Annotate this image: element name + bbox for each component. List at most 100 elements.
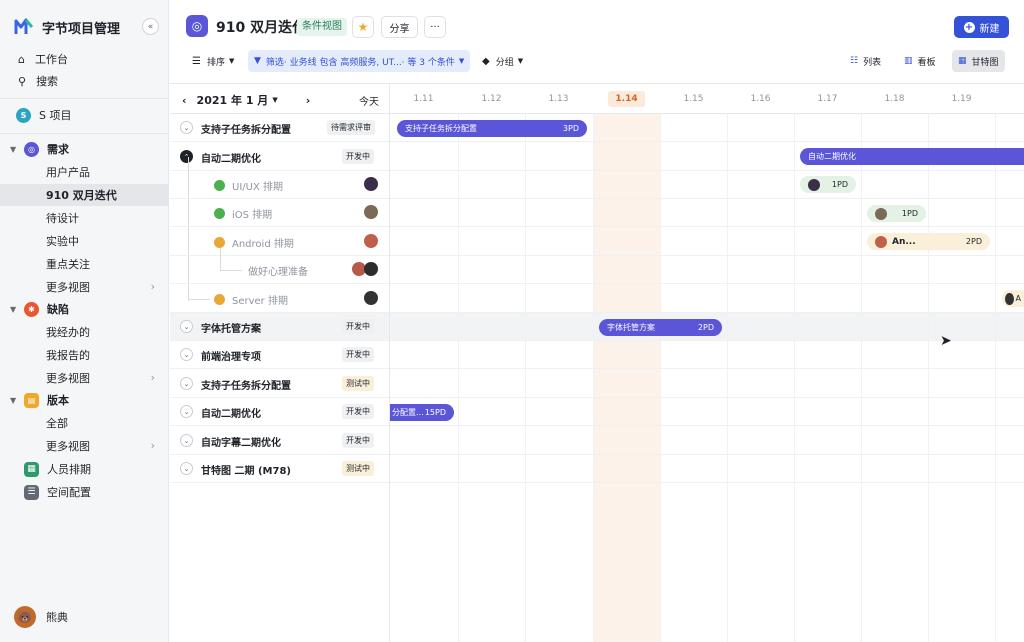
- date-column: 1.16: [750, 94, 771, 104]
- sidebar-section-defect[interactable]: ▼ ✱ 缺陷: [0, 298, 169, 320]
- grid-line: [458, 114, 459, 642]
- chevron-down-icon[interactable]: ⌄: [180, 405, 193, 418]
- table-row[interactable]: ⌄ 前端治理专项 开发中: [170, 341, 1024, 369]
- sidebar-item-people-schedule[interactable]: ▦ 人员排期: [0, 458, 169, 480]
- status-dot-icon: [214, 208, 225, 219]
- view-board-button[interactable]: ▥ 看板: [898, 50, 942, 72]
- plus-icon: +: [963, 21, 975, 33]
- avatar: [875, 207, 887, 220]
- avatar[interactable]: [364, 177, 378, 191]
- status-badge: 开发中: [342, 347, 374, 362]
- collapse-sidebar-button[interactable]: «: [142, 18, 159, 35]
- gantt-bar[interactable]: A: [1002, 290, 1024, 307]
- date-column: 1.18: [884, 94, 905, 104]
- month-selector[interactable]: 2021 年 1 月: [197, 92, 269, 108]
- user-name: 熊典: [46, 611, 68, 624]
- avatar[interactable]: [364, 291, 378, 305]
- chevron-down-icon[interactable]: ⌄: [180, 377, 193, 390]
- grid-line: [794, 114, 795, 642]
- sidebar-item-reported-by-me[interactable]: 我报告的: [0, 344, 169, 366]
- sidebar-item-workbench[interactable]: ⌂ 工作台: [0, 48, 169, 70]
- today-button[interactable]: 今天: [359, 93, 379, 108]
- table-row[interactable]: ⌄ 支持子任务拆分配置 测试中: [170, 370, 1024, 398]
- sidebar-item-project[interactable]: S S 项目: [0, 104, 169, 126]
- sidebar-item-user-product[interactable]: 用户产品: [0, 161, 169, 183]
- grid-line: [525, 114, 526, 642]
- table-row[interactable]: 做好心理准备: [170, 256, 1024, 284]
- table-row[interactable]: ⌄ 自动字幕二期优化 开发中: [170, 427, 1024, 455]
- sidebar-item-more-views[interactable]: 更多视图 ›: [0, 367, 169, 389]
- filter-button[interactable]: ▼ 筛选· 业务线 包含 高频服务, UT...· 等 3 个条件 ▼: [248, 50, 470, 72]
- chevron-up-icon[interactable]: ⌃: [180, 150, 193, 163]
- grid-line: [660, 114, 661, 642]
- sidebar-item-assigned-to-me[interactable]: 我经办的: [0, 321, 169, 343]
- timeline-header: ‹ 2021 年 1 月 ▼ › 今天 1.11 1.12 1.13 1.14 …: [170, 84, 1024, 114]
- favorite-button[interactable]: ★: [352, 16, 374, 38]
- brand: 字节项目管理: [14, 16, 120, 38]
- avatar[interactable]: [364, 234, 378, 248]
- avatar[interactable]: [364, 262, 378, 276]
- gantt-bar[interactable]: An... 2PD: [867, 233, 990, 250]
- sidebar-item-all[interactable]: 全部: [0, 412, 169, 434]
- list-icon: ☷: [850, 56, 859, 66]
- iteration-icon: ◎: [186, 15, 208, 37]
- gantt-bar[interactable]: 字体托管方案 2PD: [599, 319, 722, 336]
- requirement-icon: ◎: [24, 141, 39, 157]
- date-column-today: 1.14: [593, 84, 660, 114]
- gantt-bar[interactable]: 自动二期优化: [800, 148, 1024, 165]
- view-type-badge: 条件视图: [297, 18, 347, 36]
- gantt-bar[interactable]: 1PD: [867, 205, 926, 222]
- table-row[interactable]: ⌄ 自动二期优化 开发中: [170, 398, 1024, 426]
- chevron-down-icon[interactable]: ⌄: [180, 348, 193, 361]
- table-row[interactable]: ⌄ 支持子任务拆分配置 待需求评审: [170, 114, 1024, 142]
- date-column: 1.17: [817, 94, 838, 104]
- caret-down-icon: ▼: [10, 395, 17, 405]
- grid-line: [928, 114, 929, 642]
- sidebar-item-focus[interactable]: 重点关注: [0, 253, 169, 275]
- new-button[interactable]: + 新建: [954, 16, 1009, 38]
- status-dot-icon: [214, 180, 225, 191]
- status-badge: 待需求评审: [327, 120, 375, 135]
- sidebar-item-space-config[interactable]: ☰ 空间配置: [0, 481, 169, 503]
- sidebar-section-version[interactable]: ▼ ▤ 版本: [0, 389, 169, 411]
- table-row[interactable]: ⌄ 字体托管方案 开发中: [170, 313, 1024, 341]
- sidebar-section-requirement[interactable]: ▼ ◎ 需求: [0, 138, 169, 160]
- table-row[interactable]: Server 排期: [170, 285, 1024, 313]
- chevron-right-icon: ›: [150, 280, 155, 293]
- chevron-down-icon[interactable]: ⌄: [180, 434, 193, 447]
- gantt-bar[interactable]: 分配置... 15PD: [390, 404, 454, 421]
- sort-button[interactable]: ☰ 排序 ▼: [192, 51, 234, 71]
- current-user[interactable]: 🐻 熊典: [14, 606, 68, 628]
- status-badge: 开发中: [342, 433, 374, 448]
- defect-icon: ✱: [24, 301, 39, 317]
- sidebar-item-to-design[interactable]: 待设计: [0, 207, 169, 229]
- status-badge: 测试中: [342, 461, 374, 476]
- sidebar-item-more-views[interactable]: 更多视图 ›: [0, 435, 169, 457]
- gantt-bar[interactable]: 1PD: [800, 176, 856, 193]
- group-button[interactable]: ◆ 分组 ▼: [482, 51, 523, 71]
- more-button[interactable]: ···: [424, 16, 446, 38]
- avatar: 🐻: [14, 606, 36, 628]
- sidebar-item-910-iteration[interactable]: 910 双月迭代: [0, 184, 169, 206]
- chevron-down-icon[interactable]: ⌄: [180, 121, 193, 134]
- gantt-bar[interactable]: 支持子任务拆分配置 3PD: [397, 120, 587, 137]
- chevron-down-icon[interactable]: ⌄: [180, 462, 193, 475]
- view-list-button[interactable]: ☷ 列表: [844, 50, 887, 72]
- share-button[interactable]: 分享: [381, 16, 418, 38]
- sidebar-divider: [0, 133, 169, 134]
- table-row[interactable]: ⌄ 甘特图 二期 (M78) 测试中: [170, 455, 1024, 483]
- chevron-right-icon: ›: [150, 371, 155, 384]
- sidebar-item-experimenting[interactable]: 实验中: [0, 230, 169, 252]
- sidebar-item-more-views[interactable]: 更多视图 ›: [0, 276, 169, 298]
- avatar: [875, 235, 887, 248]
- chevron-left-icon[interactable]: ‹: [182, 94, 187, 107]
- avatar[interactable]: [364, 205, 378, 219]
- app-name: 字节项目管理: [42, 21, 121, 37]
- table-row[interactable]: UI/UX 排期: [170, 171, 1024, 199]
- sidebar-item-search[interactable]: ⚲ 搜索: [0, 70, 169, 92]
- chevron-right-icon[interactable]: ›: [306, 94, 311, 107]
- sidebar-divider: [0, 98, 169, 99]
- header: ◎ 910 双月迭代 条件视图 ★ 分享 ··· + 新建 ☰ 排序 ▼ ▼ 筛选· 业…: [170, 0, 1024, 84]
- chevron-down-icon[interactable]: ⌄: [180, 320, 193, 333]
- view-gantt-button[interactable]: ▦ 甘特图: [952, 50, 1005, 72]
